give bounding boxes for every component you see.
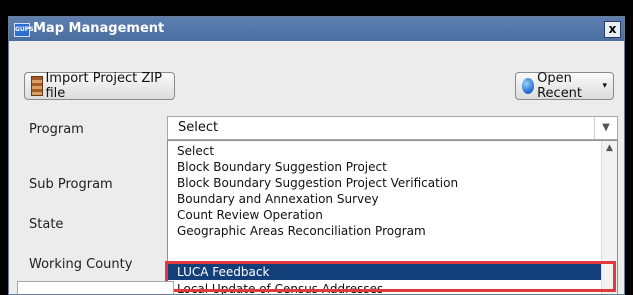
dropdown-option[interactable]: Block Boundary Suggestion Project Verifi… [168, 175, 601, 191]
dropdown-option-selected[interactable]: LUCA Feedback [168, 264, 601, 280]
sub-program-label: Sub Program [29, 177, 113, 192]
open-recent-button[interactable]: Open Recent ▾ [515, 71, 614, 101]
dropdown-option[interactable]: Boundary and Annexation Survey [168, 191, 601, 207]
dropdown-option[interactable]: Block Boundary Suggestion Project [168, 159, 601, 175]
program-select-value: Select [178, 120, 219, 135]
scroll-up-icon[interactable]: ▲ [602, 143, 617, 153]
working-county-label: Working County [29, 257, 133, 272]
app-icon: GUPS [14, 23, 34, 37]
title-bar: GUPS Map Management x [9, 17, 624, 41]
close-button[interactable]: x [604, 21, 621, 38]
dropdown-arrow-icon[interactable]: ▼ [594, 117, 617, 139]
dropdown-option[interactable]: Select [168, 143, 601, 159]
open-recent-label: Open Recent [537, 71, 583, 101]
chevron-down-icon: ▾ [602, 81, 607, 91]
import-project-zip-button[interactable]: Import Project ZIP file [24, 71, 175, 101]
import-button-label: Import Project ZIP file [45, 71, 162, 101]
zip-file-icon [31, 76, 44, 96]
program-label: Program [29, 122, 84, 137]
working-county-input[interactable] [17, 281, 174, 294]
dropdown-option[interactable]: Count Review Operation [168, 207, 601, 223]
map-management-window: GUPS Map Management x Import Project ZIP… [8, 16, 625, 295]
dropdown-option[interactable]: Local Update of Census Addresses [168, 281, 601, 294]
window-title: Map Management [33, 21, 165, 36]
program-select[interactable]: Select ▼ [167, 116, 618, 140]
state-label: State [29, 217, 64, 232]
window-content: Import Project ZIP file Open Recent ▾ Pr… [9, 41, 624, 294]
globe-icon [522, 78, 535, 94]
dropdown-scrollbar[interactable]: ▲ [601, 141, 617, 294]
dropdown-option[interactable]: Geographic Areas Reconciliation Program [168, 223, 601, 239]
program-dropdown-list: Select Block Boundary Suggestion Project… [167, 140, 618, 294]
